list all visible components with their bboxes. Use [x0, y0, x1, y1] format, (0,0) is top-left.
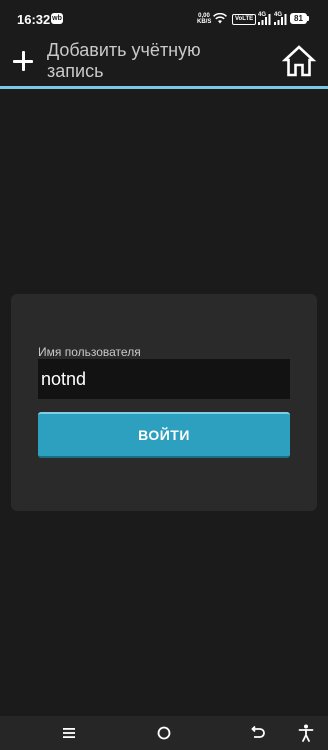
accessibility-icon[interactable] — [298, 724, 314, 742]
username-input[interactable] — [38, 359, 290, 399]
network-speed-unit: KB/S — [197, 19, 212, 25]
home-icon[interactable] — [282, 44, 316, 78]
volte-icon: VoLTE — [232, 14, 257, 25]
battery-tip — [307, 16, 309, 21]
network-speed: 0,00 KB/S — [197, 13, 211, 25]
screen: 16:32 wb 0,00 KB/S VoLTE 4G 4G 81 Добави… — [0, 0, 328, 750]
username-label: Имя пользователя — [38, 345, 141, 359]
wifi-icon — [213, 13, 227, 24]
circle-home-icon[interactable] — [156, 725, 172, 741]
page-title: Добавить учётную запись — [47, 40, 201, 81]
system-navigation-bar — [0, 716, 328, 750]
app-header: Добавить учётную запись — [0, 36, 328, 86]
back-icon[interactable] — [250, 725, 266, 741]
signal-strength-icon — [258, 14, 271, 25]
header-divider — [0, 86, 328, 89]
menu-icon[interactable] — [62, 726, 76, 740]
login-button[interactable]: ВОЙТИ — [38, 412, 290, 458]
signal-strength-icon — [274, 14, 287, 25]
status-bar: 16:32 wb 0,00 KB/S VoLTE 4G 4G 81 — [0, 0, 328, 36]
login-card: Имя пользователя ВОЙТИ — [11, 294, 317, 511]
plus-icon[interactable] — [10, 48, 36, 74]
battery-icon: 81 — [290, 13, 307, 24]
status-time: 16:32 — [17, 12, 51, 27]
app-notification-icon: wb — [51, 13, 63, 24]
